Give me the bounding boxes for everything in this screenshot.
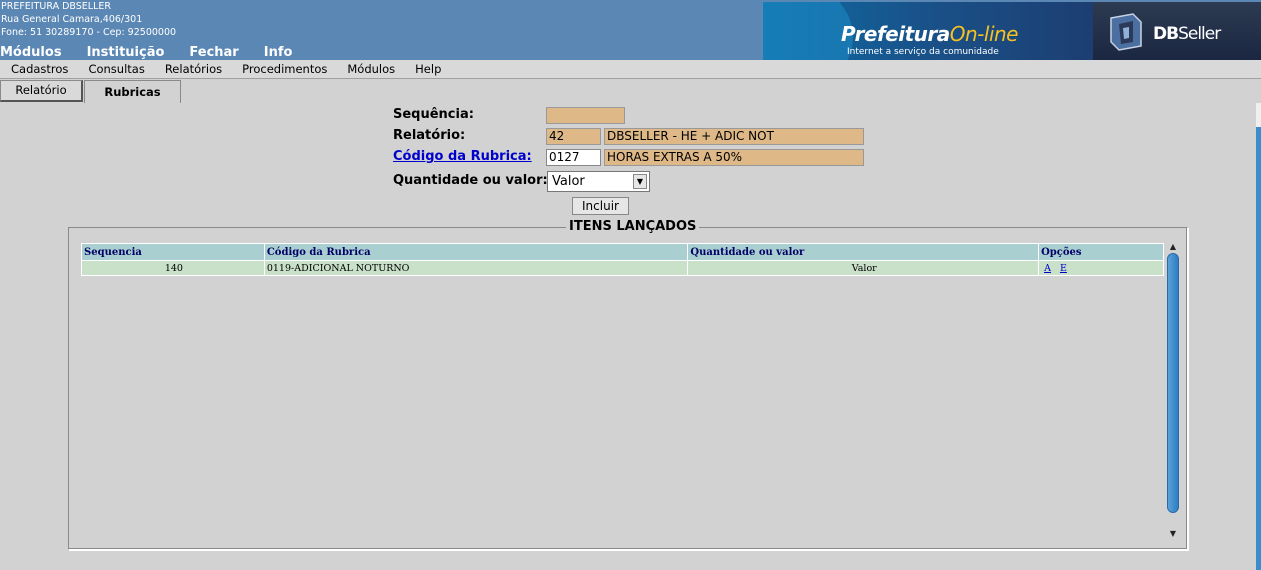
rubrica-desc-field[interactable]: HORAS EXTRAS A 50%	[604, 149, 864, 166]
brand-title: PrefeituraOn-line	[841, 22, 1018, 46]
top-menu: Módulos Instituição Fechar Info	[0, 45, 317, 61]
col-quantidade-valor: Quantidade ou valor	[687, 243, 1040, 261]
relatorio-code-field[interactable]: 42	[546, 128, 601, 145]
incluir-button[interactable]: Incluir	[572, 197, 629, 215]
relatorio-label: Relatório:	[393, 128, 466, 143]
chevron-down-icon[interactable]: ▼	[633, 174, 647, 189]
quantidade-valor-label: Quantidade ou valor:	[393, 173, 548, 188]
rubrica-code-input[interactable]: 0127	[546, 149, 601, 166]
excluir-link[interactable]: E	[1060, 263, 1067, 274]
menu-relatorios[interactable]: Relatórios	[165, 62, 222, 76]
page-scrollbar[interactable]	[1256, 103, 1261, 570]
sequencia-label: Sequência:	[393, 107, 474, 122]
itens-scrollbar[interactable]: ▲ ▼	[1165, 240, 1181, 540]
itens-grid-area	[81, 240, 1164, 539]
col-sequencia: Sequencia	[81, 243, 265, 261]
scroll-up-icon[interactable]: ▲	[1166, 240, 1180, 253]
menu-consultas[interactable]: Consultas	[88, 62, 144, 76]
quantidade-valor-select[interactable]: Valor ▼	[547, 171, 650, 192]
itens-lancados-legend: ITENS LANÇADOS	[566, 219, 700, 234]
scrollbar-thumb[interactable]	[1167, 253, 1179, 513]
top-menu-fechar[interactable]: Fechar	[189, 45, 238, 61]
tab-rubricas[interactable]: Rubricas	[84, 80, 181, 103]
itens-table: Sequencia Código da Rubrica Quantidade o…	[81, 243, 1164, 276]
alterar-link[interactable]: A	[1044, 263, 1051, 274]
menu-help[interactable]: Help	[415, 62, 441, 76]
sequencia-field[interactable]	[546, 107, 625, 124]
app-header: PREFEITURA DBSELLER Rua General Camara,4…	[0, 0, 1261, 60]
table-header-row: Sequencia Código da Rubrica Quantidade o…	[81, 243, 1164, 261]
prefeitura-online-logo: PrefeituraOn-line Internet a serviço da …	[763, 2, 1093, 60]
dbseller-logo: DBSeller	[1093, 2, 1261, 60]
menu-modulos[interactable]: Módulos	[347, 62, 395, 76]
scroll-down-icon[interactable]: ▼	[1166, 527, 1180, 540]
menubar: Cadastros Consultas Relatórios Procedime…	[0, 60, 1261, 79]
org-address: Rua General Camara,406/301	[1, 14, 143, 25]
organization-info: PREFEITURA DBSELLER Rua General Camara,4…	[1, 0, 176, 39]
page-scrollbar-up[interactable]	[1256, 103, 1261, 127]
org-name: PREFEITURA DBSELLER	[1, 1, 111, 12]
cell-sequencia: 140	[81, 260, 265, 276]
relatorio-desc-field[interactable]: DBSELLER - HE + ADIC NOT	[604, 128, 864, 145]
banner-swoosh	[763, 2, 853, 60]
col-opcoes: Opções	[1038, 243, 1164, 261]
menu-cadastros[interactable]: Cadastros	[11, 62, 68, 76]
quantidade-valor-selected: Valor	[552, 174, 585, 189]
menu-procedimentos[interactable]: Procedimentos	[242, 62, 327, 76]
org-phone-cep: Fone: 51 30289170 - Cep: 92500000	[1, 27, 177, 38]
dbseller-wordmark: DBSeller	[1153, 24, 1221, 44]
brand-tagline: Internet a serviço da comunidade	[847, 47, 999, 57]
top-menu-modulos[interactable]: Módulos	[0, 45, 62, 61]
top-menu-info[interactable]: Info	[264, 45, 293, 61]
col-codigo-rubrica: Código da Rubrica	[263, 243, 689, 261]
dbseller-logo-icon	[1110, 13, 1142, 51]
tab-relatorio[interactable]: Relatório	[0, 80, 83, 102]
table-row: 140 0119-ADICIONAL NOTURNO Valor AE	[81, 260, 1164, 276]
codigo-rubrica-link[interactable]: Código da Rubrica:	[393, 149, 532, 164]
brand-banner: PrefeituraOn-line Internet a serviço da …	[763, 2, 1261, 60]
cell-quantidade-valor: Valor	[687, 260, 1040, 276]
cell-opcoes: AE	[1038, 260, 1164, 276]
cell-rubrica: 0119-ADICIONAL NOTURNO	[263, 260, 689, 276]
top-menu-instituicao[interactable]: Instituição	[87, 45, 165, 61]
